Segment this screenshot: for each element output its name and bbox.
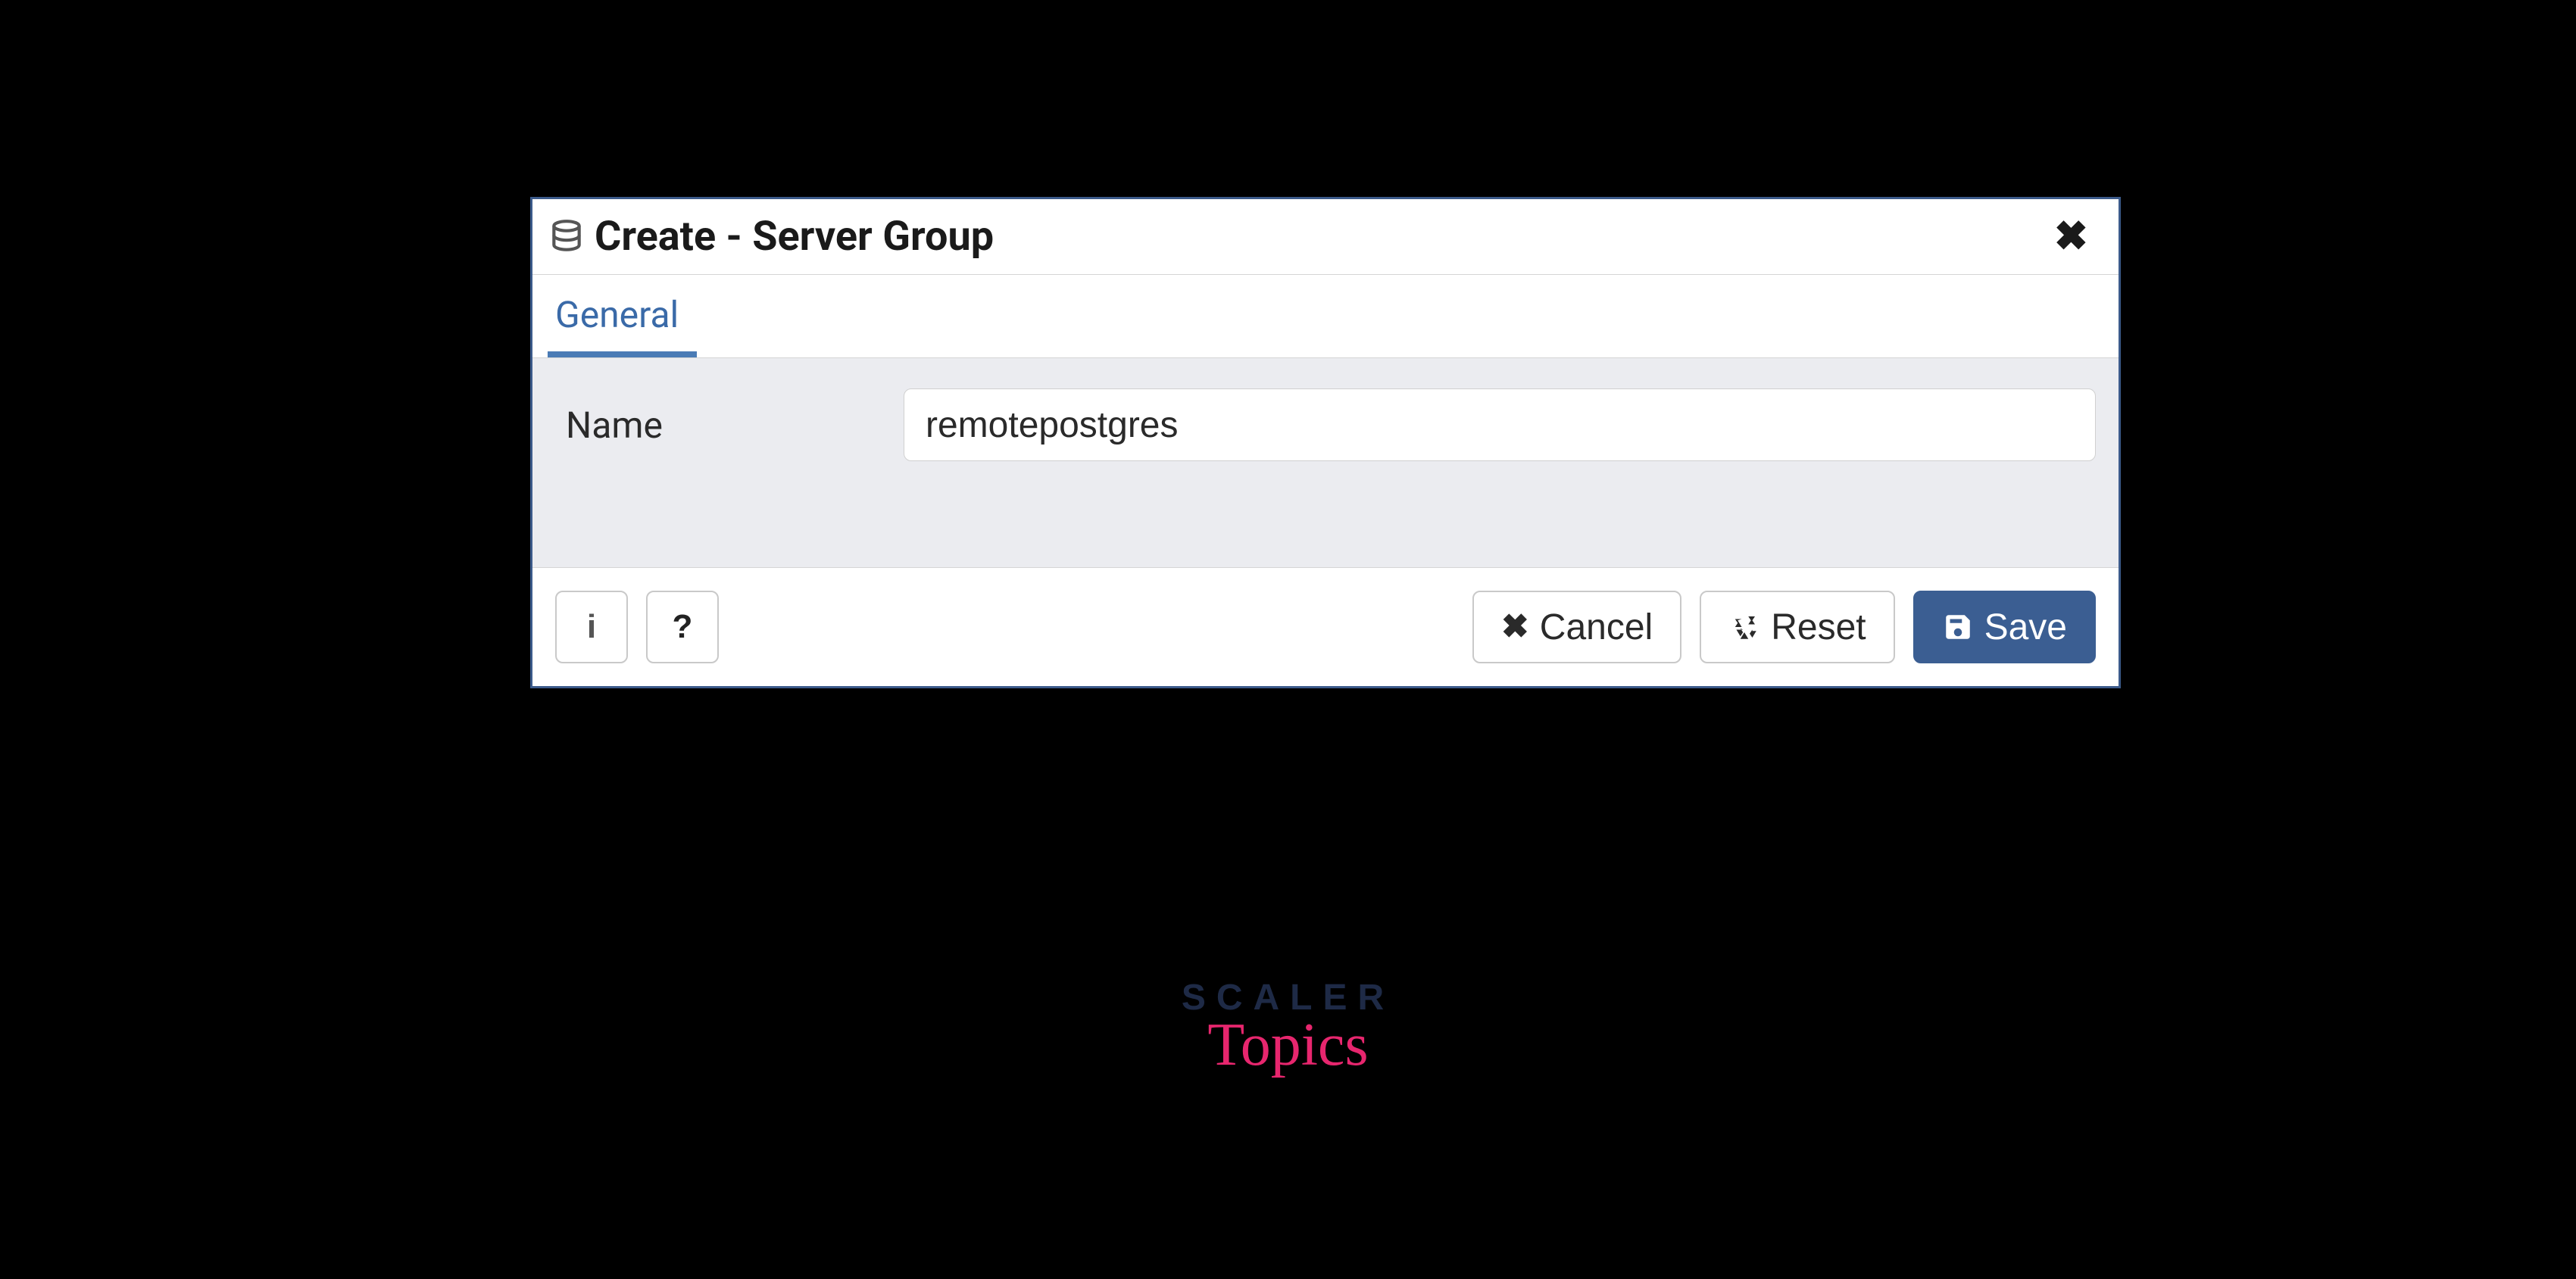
dialog-title-wrap: Create - Server Group <box>548 213 2047 260</box>
cancel-button[interactable]: ✖ Cancel <box>1472 591 1681 663</box>
dialog-header: Create - Server Group ✖ <box>532 199 2119 275</box>
question-icon: ? <box>673 610 693 644</box>
info-button[interactable]: i <box>555 591 628 663</box>
reset-label: Reset <box>1771 607 1866 648</box>
watermark: SCALER Topics <box>1182 977 1394 1080</box>
tab-general[interactable]: General <box>548 275 697 357</box>
close-icon: ✖ <box>1501 610 1529 644</box>
dialog-footer: i ? ✖ Cancel Reset Save <box>532 567 2119 686</box>
close-icon[interactable]: ✖ <box>2047 217 2096 257</box>
save-label: Save <box>1984 607 2067 648</box>
info-icon: i <box>587 610 596 644</box>
dialog-tabs: General <box>532 275 2119 358</box>
name-label: Name <box>555 404 888 447</box>
reset-button[interactable]: Reset <box>1700 591 1894 663</box>
cancel-label: Cancel <box>1540 607 1653 648</box>
form-row-name: Name <box>555 388 2096 461</box>
dialog-title: Create - Server Group <box>595 213 994 260</box>
recycle-icon <box>1728 611 1760 643</box>
name-field[interactable] <box>904 388 2096 461</box>
dialog-body: Name <box>532 358 2119 567</box>
create-server-group-dialog: Create - Server Group ✖ General Name i ?… <box>530 197 2121 688</box>
save-icon <box>1942 611 1974 643</box>
watermark-topics: Topics <box>1182 1011 1394 1080</box>
help-button[interactable]: ? <box>646 591 719 663</box>
server-group-icon <box>548 218 585 256</box>
save-button[interactable]: Save <box>1913 591 2096 663</box>
